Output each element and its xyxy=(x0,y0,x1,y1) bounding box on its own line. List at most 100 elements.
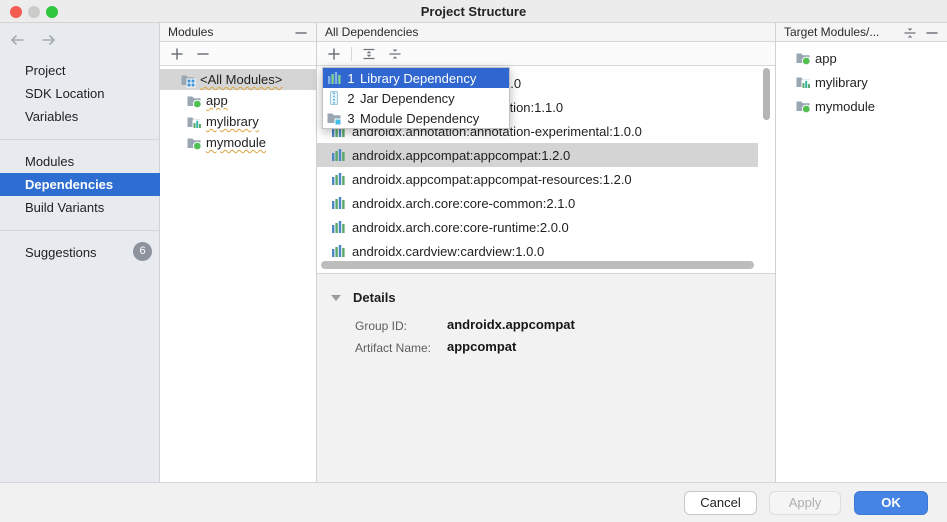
toolbar-separator xyxy=(351,47,352,61)
cancel-button[interactable]: Cancel xyxy=(684,491,757,515)
ok-button[interactable]: OK xyxy=(854,491,928,515)
module-tree-item-mylibrary[interactable]: mylibrary xyxy=(160,111,317,132)
library-icon xyxy=(330,243,346,259)
plus-icon xyxy=(327,47,341,61)
target-module-mylibrary[interactable]: mylibrary xyxy=(776,70,947,94)
expand-all-icon xyxy=(362,47,376,61)
dependency-row[interactable]: androidx.arch.core:core-common:2.1.0 xyxy=(317,191,758,215)
library-icon xyxy=(330,195,346,211)
library-icon xyxy=(330,219,346,235)
menu-item-label: Jar Dependency xyxy=(360,91,455,106)
menu-item-jar-dependency[interactable]: 2 Jar Dependency xyxy=(323,88,509,108)
dependency-row[interactable]: androidx.appcompat:appcompat-resources:1… xyxy=(317,167,758,191)
dependency-row-selected[interactable]: androidx.appcompat:appcompat:1.2.0 xyxy=(317,143,758,167)
modules-panel: Modules <All Modules> xyxy=(160,23,317,482)
android-module-folder-icon xyxy=(186,135,202,151)
sidebar-item-build-variants[interactable]: Build Variants xyxy=(0,196,160,219)
library-module-folder-icon xyxy=(186,114,202,130)
dependency-label: androidx.arch.core:core-common:2.1.0 xyxy=(352,196,575,211)
menu-item-label: Library Dependency xyxy=(360,71,476,86)
add-dependency-button[interactable] xyxy=(325,45,343,63)
module-tree-item-mymodule[interactable]: mymodule xyxy=(160,132,317,153)
collapse-all-icon[interactable] xyxy=(903,26,917,40)
sidebar-item-dependencies[interactable]: Dependencies xyxy=(0,173,160,196)
target-module-app[interactable]: app xyxy=(776,46,947,70)
target-module-label: app xyxy=(815,51,837,66)
module-label: mymodule xyxy=(206,135,266,150)
collapse-all-button[interactable] xyxy=(386,45,404,63)
dependency-row[interactable]: androidx.cardview:cardview:1.0.0 xyxy=(317,239,758,263)
library-icon xyxy=(330,147,346,163)
group-id-label: Group ID: xyxy=(355,319,407,333)
sidebar-item-sdk-location[interactable]: SDK Location xyxy=(0,82,160,105)
target-module-label: mymodule xyxy=(815,99,875,114)
suggestions-count-badge: 6 xyxy=(133,242,152,261)
sidebar-item-variables[interactable]: Variables xyxy=(0,105,160,128)
dependency-row[interactable]: androidx.arch.core:core-runtime:2.0.0 xyxy=(317,215,758,239)
target-modules-panel: Target Modules/... app xyxy=(776,23,947,482)
dependency-label: androidx.arch.core:core-runtime:2.0.0 xyxy=(352,220,569,235)
dependency-label: androidx.appcompat:appcompat:1.2.0 xyxy=(352,148,570,163)
remove-module-button[interactable] xyxy=(194,45,212,63)
module-tree-item-app[interactable]: app xyxy=(160,90,317,111)
group-id-value: androidx.appcompat xyxy=(447,317,575,332)
expand-all-button[interactable] xyxy=(360,45,378,63)
menu-item-library-dependency[interactable]: 1 Library Dependency xyxy=(323,68,509,88)
menu-item-module-dependency[interactable]: 3 Module Dependency xyxy=(323,108,509,128)
dependencies-panel-header: All Dependencies xyxy=(317,23,775,42)
modules-panel-header: Modules xyxy=(160,23,316,42)
details-collapse-icon[interactable] xyxy=(331,295,341,301)
apply-button[interactable]: Apply xyxy=(769,491,841,515)
menu-item-label: Module Dependency xyxy=(360,111,479,126)
window-title: Project Structure xyxy=(0,4,947,19)
target-module-mymodule[interactable]: mymodule xyxy=(776,94,947,118)
library-icon xyxy=(330,171,346,187)
modules-panel-title: Modules xyxy=(168,25,213,39)
hide-panel-icon[interactable] xyxy=(925,26,939,40)
dependency-label: androidx.appcompat:appcompat-resources:1… xyxy=(352,172,632,187)
settings-sidebar: Project SDK Location Variables Modules D… xyxy=(0,23,160,482)
target-modules-title: Target Modules/... xyxy=(784,25,879,39)
sidebar-divider xyxy=(0,139,160,140)
plus-icon xyxy=(170,47,184,61)
sidebar-item-project[interactable]: Project xyxy=(0,59,160,82)
modules-toolbar xyxy=(160,42,316,66)
android-module-folder-icon xyxy=(186,93,202,109)
collapse-all-icon xyxy=(388,47,402,61)
minus-icon xyxy=(196,47,210,61)
android-module-folder-icon xyxy=(795,50,811,66)
dialog-footer: Cancel Apply OK xyxy=(0,482,947,522)
sidebar-divider xyxy=(0,230,160,231)
dependencies-panel-title: All Dependencies xyxy=(325,25,418,39)
sidebar-item-modules[interactable]: Modules xyxy=(0,150,160,173)
forward-arrow-icon[interactable] xyxy=(40,31,58,49)
target-modules-header: Target Modules/... xyxy=(776,23,947,42)
add-module-button[interactable] xyxy=(168,45,186,63)
menu-mnemonic: 1 xyxy=(345,71,357,86)
vertical-scrollbar[interactable] xyxy=(763,68,770,120)
library-icon xyxy=(326,70,342,86)
target-module-label: mylibrary xyxy=(815,75,868,90)
dependency-label: androidx.cardview:cardview:1.0.0 xyxy=(352,244,544,259)
details-title: Details xyxy=(353,290,396,305)
dependencies-toolbar xyxy=(317,42,775,66)
menu-mnemonic: 2 xyxy=(345,91,357,106)
add-dependency-menu: 1 Library Dependency 2 Jar Dependency 3 … xyxy=(322,67,510,129)
project-structure-dialog: Project Structure Project SDK Location V… xyxy=(0,0,947,522)
menu-mnemonic: 3 xyxy=(345,111,357,126)
module-folder-icon xyxy=(326,110,342,126)
module-label: mylibrary xyxy=(206,114,259,129)
hide-panel-icon[interactable] xyxy=(294,26,308,40)
title-bar: Project Structure xyxy=(0,0,947,23)
jar-icon xyxy=(326,90,342,106)
module-label: <All Modules> xyxy=(200,72,282,87)
details-section xyxy=(317,274,775,482)
module-tree-item-all-modules[interactable]: <All Modules> xyxy=(160,69,317,90)
back-arrow-icon[interactable] xyxy=(8,31,26,49)
android-module-folder-icon xyxy=(795,98,811,114)
artifact-name-value: appcompat xyxy=(447,339,516,354)
module-label: app xyxy=(206,93,228,108)
library-module-folder-icon xyxy=(795,74,811,90)
artifact-name-label: Artifact Name: xyxy=(355,341,431,355)
horizontal-scrollbar[interactable] xyxy=(321,261,754,269)
